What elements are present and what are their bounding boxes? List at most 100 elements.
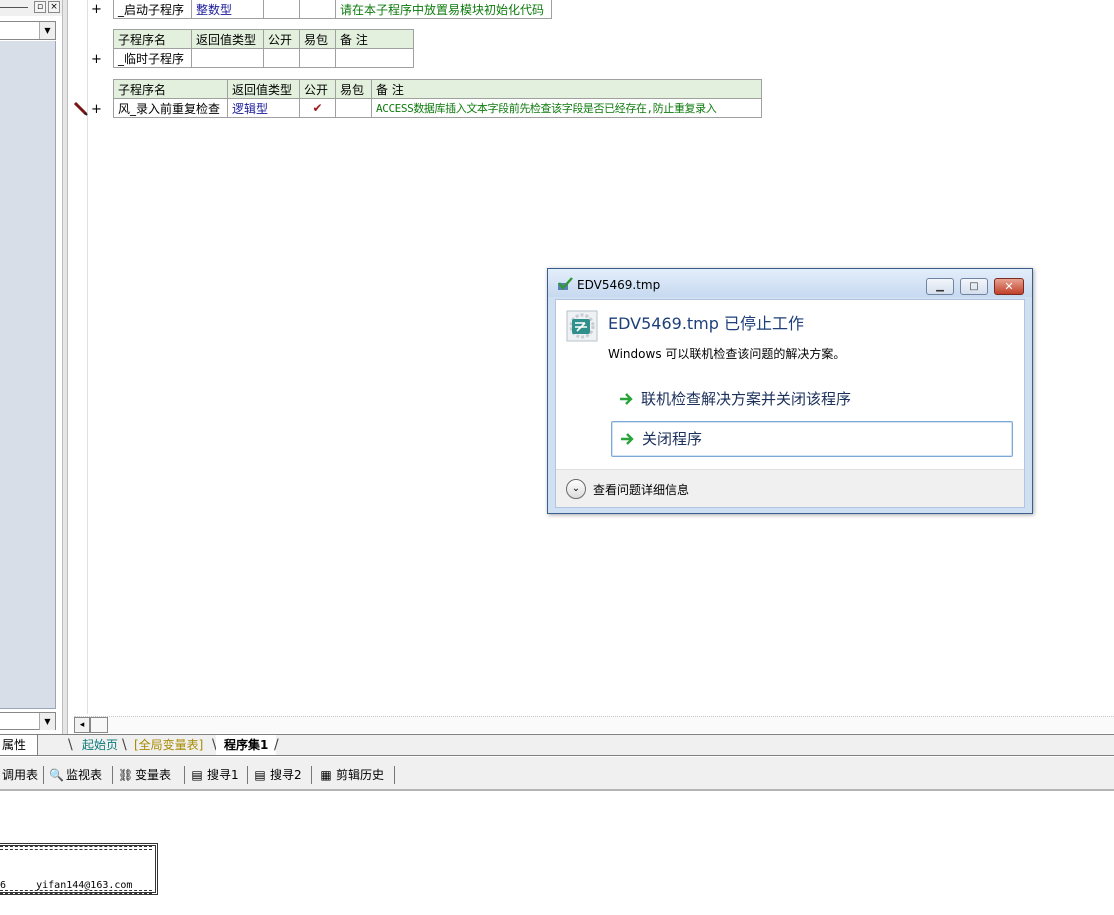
output-panel[interactable]: 6 yifan144@163.com — [0, 791, 1114, 915]
column-header-type: 返回值类型 — [191, 29, 264, 49]
column-header-package: 易包 — [335, 79, 372, 99]
expand-plus-icon[interactable]: + — [91, 52, 102, 67]
green-arrow-icon — [621, 433, 634, 445]
editor-horizontal-scrollbar[interactable]: ◂ — [74, 716, 1114, 733]
subroutine-table-dupcheck: 子程序名 返回值类型 公开 易包 备 注 风_录入前重复检查 逻辑型 ✔ ACC… — [113, 79, 762, 118]
table-row: 风_录入前重复检查 逻辑型 ✔ ACCESS数据库插入文本字段前先检查该字段是否… — [113, 98, 762, 118]
table-row: _临时子程序 — [113, 48, 414, 68]
watch-table-label: 监视表 — [66, 768, 103, 782]
tab-global-variables[interactable]: [全局变量表] — [126, 735, 211, 755]
column-header-name: 子程序名 — [113, 79, 228, 99]
expand-plus-icon[interactable]: + — [91, 2, 102, 17]
left-panel: ▫ × ▼ ▼ — [0, 0, 62, 735]
dialog-title: EDV5469.tmp — [577, 278, 661, 292]
return-type-cell[interactable]: 逻辑型 — [227, 98, 300, 118]
tab-program-set[interactable]: 程序集1 — [216, 735, 277, 755]
dialog-footer: ⌄ 查看问题详细信息 — [556, 469, 1024, 507]
left-panel-titlebar: ▫ × — [0, 0, 62, 16]
package-cell[interactable] — [299, 0, 336, 19]
watch-table-button[interactable]: 🔍 监视表 — [49, 766, 102, 784]
subroutine-table-temp: 子程序名 返回值类型 公开 易包 备 注 _临时子程序 — [113, 29, 414, 68]
clipboard-history-label: 剪辑历史 — [336, 768, 385, 782]
left-panel-grip — [0, 7, 28, 8]
scroll-left-arrow-icon[interactable]: ◂ — [74, 717, 90, 733]
return-type-cell[interactable] — [191, 48, 264, 68]
maximize-button[interactable]: □ — [960, 278, 988, 295]
magnifier-icon: 🔍 — [49, 768, 64, 782]
toolbar-separator — [394, 766, 395, 784]
left-panel-restore-button[interactable]: ▫ — [34, 1, 46, 13]
error-dialog: EDV5469.tmp ▁ □ ✕ EDV5469.tmp 已停止工作 Wind… — [547, 268, 1033, 514]
search-list-icon: ▤ — [191, 768, 203, 782]
close-button[interactable]: ✕ — [994, 278, 1024, 295]
column-header-public: 公开 — [299, 79, 336, 99]
subroutine-name-cell[interactable]: 风_录入前重复检查 — [113, 98, 228, 118]
toolbar-separator — [184, 766, 185, 784]
tab-properties[interactable]: 属性 — [0, 735, 38, 755]
left-panel-list[interactable] — [0, 41, 56, 709]
note-cell[interactable]: 请在本子程序中放置易模块初始化代码 — [335, 0, 552, 19]
chevron-down-icon[interactable]: ▼ — [39, 713, 55, 730]
public-cell[interactable] — [263, 48, 300, 68]
close-program-option[interactable]: 关闭程序 — [611, 421, 1013, 457]
check-online-label: 联机检查解决方案并关闭该程序 — [641, 390, 852, 408]
chevron-down-icon[interactable]: ⌄ — [566, 479, 586, 499]
search1-button[interactable]: ▤ 搜寻1 — [190, 766, 239, 784]
public-cell[interactable] — [263, 0, 300, 19]
table-header-row: 子程序名 返回值类型 公开 易包 备 注 — [113, 29, 414, 49]
minimize-button[interactable]: ▁ — [926, 278, 954, 295]
search-list-icon: ▤ — [254, 768, 266, 782]
ascii-border-top — [0, 846, 152, 850]
subroutine-name-cell[interactable]: _启动子程序 — [113, 0, 192, 19]
return-type-cell[interactable]: 整数型 — [191, 0, 264, 19]
tab-divider: \ — [68, 737, 73, 753]
column-header-public: 公开 — [263, 29, 300, 49]
variables-table-button[interactable]: ⛓ 变量表 — [118, 766, 171, 784]
search2-label: 搜寻2 — [270, 768, 302, 782]
subroutine-table-startup: _启动子程序 整数型 请在本子程序中放置易模块初始化代码 — [113, 0, 552, 19]
column-header-note: 备 注 — [335, 29, 414, 49]
call-table-button[interactable]: 调用表 — [2, 766, 38, 784]
app-checkmark-icon — [558, 277, 573, 290]
toolbar-separator — [247, 766, 248, 784]
package-cell[interactable] — [299, 48, 336, 68]
tab-divider: / — [274, 737, 279, 753]
chevron-down-icon[interactable]: ▼ — [39, 22, 55, 39]
close-program-label: 关闭程序 — [642, 430, 703, 448]
column-header-type: 返回值类型 — [227, 79, 300, 99]
program-gear-icon — [566, 310, 598, 342]
ascii-border-bottom — [0, 890, 152, 894]
variables-table-label: 变量表 — [135, 768, 172, 782]
left-panel-dropdown[interactable]: ▼ — [0, 21, 56, 40]
left-panel-bottom-dropdown[interactable]: ▼ — [0, 712, 56, 730]
variables-icon: ⛓ — [118, 768, 134, 782]
check-online-and-close-option[interactable]: 联机检查解决方案并关闭该程序 — [611, 382, 1013, 418]
table-row: _启动子程序 整数型 请在本子程序中放置易模块初始化代码 — [113, 0, 552, 19]
dialog-heading: EDV5469.tmp 已停止工作 — [608, 314, 805, 333]
clipboard-history-icon: ▦ — [320, 768, 332, 782]
column-header-name: 子程序名 — [113, 29, 192, 49]
search1-label: 搜寻1 — [207, 768, 239, 782]
bottom-toolbar: 调用表 🔍 监视表 ⛓ 变量表 ▤ 搜寻1 ▤ 搜寻2 ▦ 剪辑历史 — [0, 757, 1114, 791]
subroutine-name-cell[interactable]: _临时子程序 — [113, 48, 192, 68]
note-cell[interactable] — [335, 48, 414, 68]
call-table-label: 调用表 — [2, 768, 39, 782]
green-arrow-icon — [620, 393, 633, 405]
expand-plus-icon[interactable]: + — [91, 102, 102, 117]
left-panel-close-button[interactable]: × — [48, 1, 60, 13]
dialog-subtext: Windows 可以联机检查该问题的解决方案。 — [608, 347, 846, 361]
note-cell[interactable]: ACCESS数据库插入文本字段前先检查该字段是否已经存在,防止重复录入 — [371, 98, 762, 118]
column-header-note: 备 注 — [371, 79, 762, 99]
scrollbar-thumb[interactable] — [90, 717, 108, 733]
tab-start-page[interactable]: 起始页 — [74, 735, 126, 755]
view-problem-details-link[interactable]: 查看问题详细信息 — [593, 481, 689, 498]
dialog-titlebar[interactable]: EDV5469.tmp ▁ □ ✕ — [548, 269, 1032, 297]
table-header-row: 子程序名 返回值类型 公开 易包 备 注 — [113, 79, 762, 99]
search2-button[interactable]: ▤ 搜寻2 — [253, 766, 302, 784]
output-ascii-box: 6 yifan144@163.com — [0, 843, 158, 895]
clipboard-history-button[interactable]: ▦ 剪辑历史 — [319, 766, 384, 784]
package-cell[interactable] — [335, 98, 372, 118]
toolbar-separator — [311, 766, 312, 784]
public-checkmark-icon[interactable]: ✔ — [299, 98, 336, 118]
toolbar-separator — [112, 766, 113, 784]
